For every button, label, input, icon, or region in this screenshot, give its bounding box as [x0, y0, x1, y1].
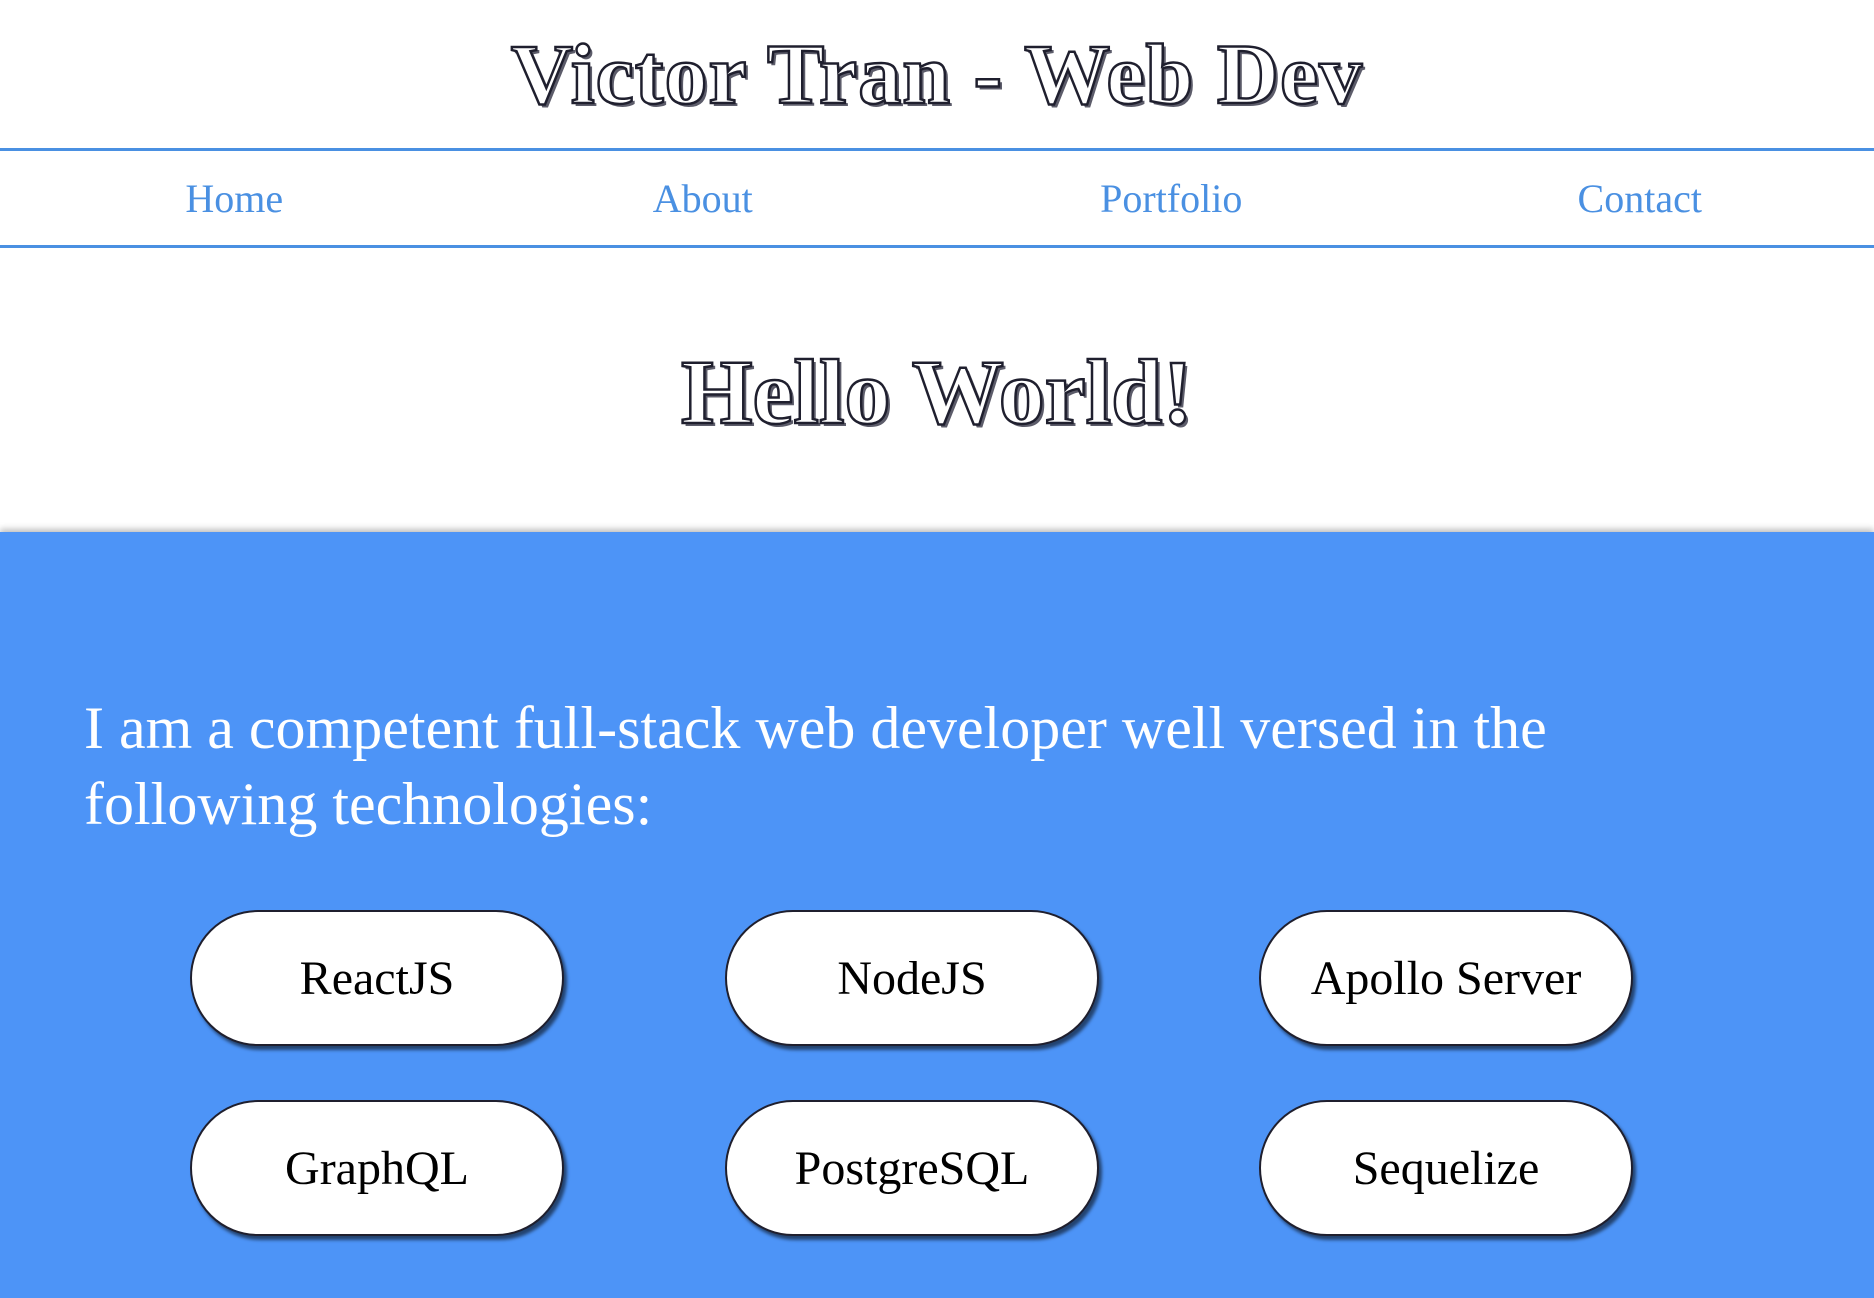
- skill-pill-nodejs[interactable]: NodeJS: [725, 910, 1099, 1046]
- site-title: Victor Tran - Web Dev: [510, 25, 1364, 124]
- skills-intro-text: I am a competent full-stack web develope…: [84, 695, 1547, 837]
- hero-title: Hello World!: [680, 340, 1194, 445]
- skill-pill-graphql[interactable]: GraphQL: [190, 1100, 564, 1236]
- nav-link-home[interactable]: Home: [0, 175, 469, 222]
- skill-pill-apollo-server[interactable]: Apollo Server: [1259, 910, 1633, 1046]
- navbar: Home About Portfolio Contact: [0, 148, 1874, 248]
- page: Victor Tran - Web Dev Home About Portfol…: [0, 0, 1874, 1298]
- skill-pill-reactjs[interactable]: ReactJS: [190, 910, 564, 1046]
- skill-pill-sequelize[interactable]: Sequelize: [1259, 1100, 1633, 1236]
- nav-link-portfolio[interactable]: Portfolio: [937, 175, 1406, 222]
- skill-pill-postgresql[interactable]: PostgreSQL: [725, 1100, 1099, 1236]
- hero-section: Hello World!: [0, 252, 1874, 532]
- skills-section: I am a competent full-stack web develope…: [0, 532, 1874, 1298]
- nav-link-contact[interactable]: Contact: [1406, 175, 1874, 222]
- nav-link-about[interactable]: About: [469, 175, 938, 222]
